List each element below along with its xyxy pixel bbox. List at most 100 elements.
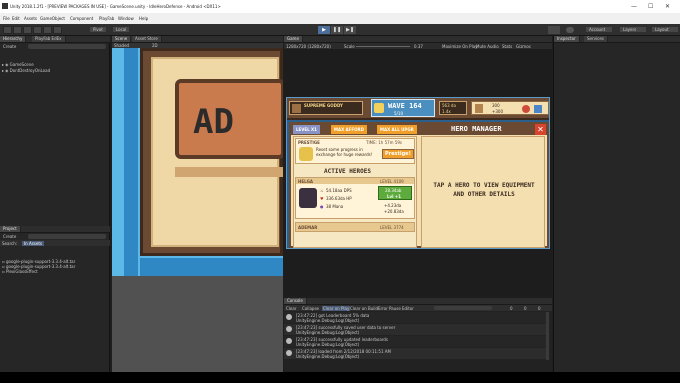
tab-level-x1[interactable]: LEVEL X1 xyxy=(293,125,320,134)
rect-tool-button[interactable] xyxy=(43,26,52,34)
hud-right-panel: 300 +300 xyxy=(471,101,549,115)
tab-max-afford[interactable]: MAX AFFORD xyxy=(331,125,367,134)
menu-assets[interactable]: Assets xyxy=(24,16,37,21)
hud-stat-1: 563 da xyxy=(442,103,456,108)
info-count[interactable]: 0 xyxy=(510,306,513,311)
gizmos-dropdown[interactable]: Gizmos xyxy=(516,44,531,49)
scale-slider[interactable] xyxy=(356,46,410,47)
hero-hp: 336.63da HP xyxy=(326,196,352,201)
project-search-scope: Search: In Assets xyxy=(0,240,110,246)
layout-dropdown[interactable]: Layout xyxy=(652,27,678,32)
hero-manager-tabs: LEVEL X1 MAX AFFORD MAX ALL UPGR HERO MA… xyxy=(291,124,547,135)
console-clear-button[interactable]: Clear xyxy=(286,306,296,311)
tab-project[interactable]: Project xyxy=(0,226,21,232)
search-scope-in-assets[interactable]: In Assets xyxy=(22,241,45,246)
project-search[interactable] xyxy=(28,234,106,239)
step-button[interactable]: ▶❚ xyxy=(344,26,356,34)
log-entry[interactable]: [23:47:22] got Leaderboard 5% data Unity… xyxy=(284,312,548,323)
account-dropdown[interactable]: Account xyxy=(586,27,612,32)
console-clear-on-build-toggle[interactable]: Clear on Build xyxy=(350,306,378,311)
cloud-icon[interactable] xyxy=(566,27,574,33)
hero-avatar xyxy=(299,188,317,208)
menu-window[interactable]: Window xyxy=(118,16,134,21)
crown-icon xyxy=(299,147,313,161)
console-scrollbar[interactable] xyxy=(546,312,549,360)
warning-count[interactable]: 0 xyxy=(524,306,527,311)
stats-toggle[interactable]: Stats xyxy=(502,44,512,49)
menu-playfab[interactable]: PlayFab xyxy=(99,16,114,21)
game-view[interactable]: SUPREME GODDY WAVE 164 5/10 563 da 1.4x … xyxy=(286,97,550,249)
mute-audio-toggle[interactable]: Mute Audio xyxy=(476,44,499,49)
resolution-dropdown[interactable]: 1280x720 (1280x720) xyxy=(286,44,331,49)
tab-max-all-upgr[interactable]: MAX ALL UPGR xyxy=(377,125,417,134)
project-item[interactable]: ▫ PlexiGlassEffect xyxy=(2,258,38,274)
pause-button[interactable]: ❚❚ xyxy=(331,26,343,34)
scene-blue-stripe xyxy=(124,48,138,276)
hero-card-ademar[interactable]: ADEMAR LEVEL 3774 xyxy=(295,222,415,232)
layers-dropdown[interactable]: Layers xyxy=(620,27,646,32)
hero-manager-title: HERO MANAGER xyxy=(451,125,502,133)
tab-hierarchy[interactable]: Hierarchy xyxy=(0,36,27,42)
log-entry[interactable]: [23:47:23] successfully updated leaderbo… xyxy=(284,336,548,347)
tab-console[interactable]: Console xyxy=(284,298,307,304)
tab-inspector[interactable]: Inspector xyxy=(554,36,580,42)
move-tool-button[interactable] xyxy=(13,26,22,34)
menu-help[interactable]: Help xyxy=(139,16,148,21)
game-hud-top: SUPREME GODDY WAVE 164 5/10 563 da 1.4x … xyxy=(287,98,549,120)
hero-card-helga[interactable]: HELGA LEVEL 4109 ⚔ 54.18aa DPS ♥ 336.63d… xyxy=(295,177,415,219)
hand-tool-button[interactable] xyxy=(3,26,12,34)
menu-gameobject[interactable]: GameObject xyxy=(40,16,65,21)
menu-file[interactable]: File xyxy=(3,16,10,21)
console-editor-dropdown[interactable]: Editor xyxy=(402,306,414,311)
maximize-on-play-toggle[interactable]: Maximize On Play xyxy=(442,44,478,49)
scene-viewport[interactable]: AD xyxy=(112,48,283,276)
console-collapse-toggle[interactable]: Collapse xyxy=(302,306,319,311)
scale-label: Scale xyxy=(344,44,355,49)
hierarchy-search[interactable] xyxy=(28,44,106,49)
hero-details-panel: TAP A HERO TO VIEW EQUIPMENT AND OTHER D… xyxy=(421,136,545,248)
prestige-button[interactable]: Prestige! xyxy=(382,149,414,159)
play-button[interactable]: ▶ xyxy=(318,26,330,34)
transform-tool-button[interactable] xyxy=(53,26,62,34)
tab-asset-store[interactable]: Asset Store xyxy=(132,36,162,42)
hero-name: HELGA xyxy=(298,179,314,184)
local-toggle[interactable]: Local xyxy=(113,27,130,32)
tab-services[interactable]: Services xyxy=(584,36,608,42)
hero-bonus-1: +4.23da xyxy=(384,203,402,208)
hero-level: LEVEL 4109 xyxy=(380,179,404,184)
info-icon xyxy=(286,338,292,344)
menu-edit[interactable]: Edit xyxy=(12,16,20,21)
maximize-button[interactable]: ☐ xyxy=(648,3,653,10)
tab-scene[interactable]: Scene xyxy=(112,36,132,42)
console-error-pause-toggle[interactable]: Error Pause xyxy=(378,306,401,311)
wave-sub: 5/10 xyxy=(394,111,403,116)
hierarchy-item-dontdestroy[interactable]: ▸ ◈ DontDestroyOnLoad xyxy=(2,57,107,73)
upgrade-button[interactable]: 28.34ab Lvl +1 xyxy=(378,186,412,200)
close-icon[interactable]: ✕ xyxy=(535,124,546,135)
info-icon xyxy=(286,314,292,320)
prestige-box: PRESTIGE TIME: 1h 57m 59s Reset some pro… xyxy=(295,138,415,164)
console-clear-on-play-toggle[interactable]: Clear on Play xyxy=(322,306,351,311)
console-toolbar: Clear Collapse Clear on Play Clear on Bu… xyxy=(284,305,552,311)
close-button[interactable]: ✕ xyxy=(665,3,670,10)
pivot-toggle[interactable]: Pivot xyxy=(90,27,106,32)
menu-component[interactable]: Component xyxy=(70,16,93,21)
hud-left-label: SUPREME GODDY xyxy=(304,103,343,108)
console-search[interactable] xyxy=(434,306,492,310)
scene-blue-floor xyxy=(140,258,283,276)
hierarchy-item-gamescene[interactable]: ▸ ◈ GameScene xyxy=(2,51,107,67)
rotate-tool-button[interactable] xyxy=(23,26,32,34)
tab-playfab-edex[interactable]: PlayFab EdEx xyxy=(32,36,66,42)
collab-button[interactable] xyxy=(548,26,560,34)
hierarchy-create-button[interactable]: Create xyxy=(3,44,16,49)
error-count[interactable]: 0 xyxy=(538,306,541,311)
tab-game[interactable]: Game xyxy=(284,36,303,42)
log-entry[interactable]: [23:47:23] successfully saved user data … xyxy=(284,324,548,335)
window-title: Unity 2018.1.2f1 - [PREVIEW PACKAGES IN … xyxy=(10,4,221,9)
minimize-button[interactable]: — xyxy=(631,3,637,10)
editor: Pivot Local ▶ ❚❚ ▶❚ Account Layers Layou… xyxy=(0,24,680,372)
log-entry[interactable]: [23:47:23] loaded from 2/12/2018 00:11:5… xyxy=(284,348,548,359)
scene-sprite-inner: AD xyxy=(151,57,283,247)
scale-tool-button[interactable] xyxy=(33,26,42,34)
project-create-button[interactable]: Create xyxy=(3,234,16,239)
